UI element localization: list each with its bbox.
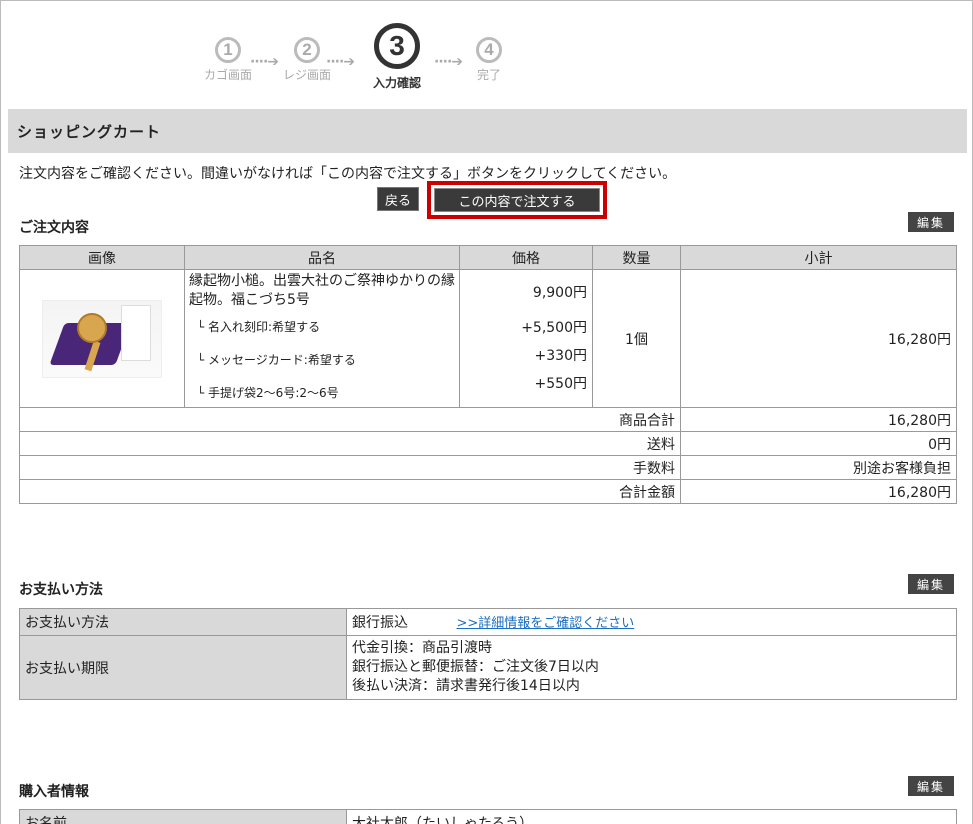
deadline-line: 後払い決済：請求書発行後14日以内 <box>352 678 580 694</box>
step-arrow: ····➔ <box>434 54 463 70</box>
page-frame: 1 カゴ画面 ····➔ 2 レジ画面 ····➔ 3 入力確認 ····➔ 4… <box>0 0 973 824</box>
option-item: └ 名入れ刻印:希望する <box>197 320 321 334</box>
payment-details-link[interactable]: >>詳細情報をご確認ください <box>456 616 634 631</box>
step-3-label: 入力確認 <box>372 76 421 90</box>
base-price: 9,900円 <box>532 285 587 301</box>
place-order-button[interactable]: この内容で注文する <box>434 188 600 212</box>
product-image-cell <box>19 269 185 408</box>
checkout-steps: 1 カゴ画面 ····➔ 2 レジ画面 ····➔ 3 入力確認 ····➔ 4… <box>204 23 526 97</box>
step-1: 1 カゴ画面 <box>204 23 252 83</box>
summary-value: 別途お客様負担 <box>680 455 957 480</box>
subtotal-cell: 16,280円 <box>680 269 957 408</box>
deadline-line: 代金引換：商品引渡時 <box>352 640 492 656</box>
payment-method-label: お支払い方法 <box>19 608 347 636</box>
order-section-title: ご注文内容 <box>19 220 89 236</box>
col-header-subtotal: 小計 <box>680 245 957 270</box>
quantity-cell: 1個 <box>592 269 681 408</box>
option-price: +550円 <box>534 376 587 392</box>
col-header-quantity: 数量 <box>592 245 681 270</box>
option-label: 名入れ刻印:希望する <box>208 320 321 334</box>
table-row: 縁起物小槌。出雲大社のご祭神ゆかりの縁起物。福こづち5号 └ 名入れ刻印:希望す… <box>19 269 957 408</box>
option-price: +330円 <box>534 348 587 364</box>
instruction-text: 注文内容をご確認ください。間違いがなければ「この内容で注文する」ボタンをクリック… <box>19 166 677 182</box>
option-item: └ 手提げ袋2〜6号:2〜6号 <box>197 386 339 400</box>
summary-value: 0円 <box>680 431 957 456</box>
purchaser-section-title: 購入者情報 <box>19 784 89 800</box>
summary-label: 商品合計 <box>19 407 681 432</box>
step-4-circle: 4 <box>476 37 502 63</box>
summary-row: 合計金額 16,280円 <box>19 479 957 504</box>
table-row: お支払い方法 銀行振込 >>詳細情報をご確認ください <box>19 608 957 636</box>
col-header-image: 画像 <box>19 245 185 270</box>
step-2-circle: 2 <box>294 37 320 63</box>
product-name-cell: 縁起物小槌。出雲大社のご祭神ゆかりの縁起物。福こづち5号 └ 名入れ刻印:希望す… <box>184 269 460 408</box>
summary-row: 手数料 別途お客様負担 <box>19 455 957 480</box>
payment-deadline-cell: 代金引換：商品引渡時 銀行振込と郵便振替：ご注文後7日以内 後払い決済：請求書発… <box>346 635 957 700</box>
summary-value: 16,280円 <box>680 479 957 504</box>
product-image <box>42 299 162 378</box>
option-price: +5,500円 <box>521 320 587 336</box>
edit-purchaser-button[interactable]: 編集 <box>908 776 954 796</box>
step-arrow: ····➔ <box>326 54 355 70</box>
option-label: メッセージカード:希望する <box>208 353 356 367</box>
table-row: お支払い期限 代金引換：商品引渡時 銀行振込と郵便振替：ご注文後7日以内 後払い… <box>19 635 957 700</box>
summary-label: 手数料 <box>19 455 681 480</box>
payment-method-value-cell: 銀行振込 >>詳細情報をご確認ください <box>346 608 957 636</box>
step-4-label: 完了 <box>476 68 501 82</box>
payment-table: お支払い方法 銀行振込 >>詳細情報をご確認ください お支払い期限 代金引換：商… <box>19 608 957 700</box>
product-name: 縁起物小槌。出雲大社のご祭神ゆかりの縁起物。福こづち5号 <box>189 273 455 308</box>
step-4: 4 完了 <box>474 23 504 83</box>
payment-section-title: お支払い方法 <box>19 582 103 598</box>
step-2: 2 レジ画面 <box>283 23 331 83</box>
purchaser-name-label: お名前 <box>19 809 347 824</box>
back-button[interactable]: 戻る <box>377 187 419 211</box>
payment-deadline-label: お支払い期限 <box>19 635 347 700</box>
option-label: 手提げ袋2〜6号:2〜6号 <box>208 386 339 400</box>
payment-method-value: 銀行振込 <box>352 615 408 631</box>
purchaser-name-value: 大社太郎（たいしゃたろう） <box>346 809 957 824</box>
summary-label: 送料 <box>19 431 681 456</box>
col-header-price: 価格 <box>459 245 593 270</box>
cart-header: ショッピングカート <box>8 109 967 153</box>
edit-payment-button[interactable]: 編集 <box>908 574 954 594</box>
price-cell: 9,900円 +5,500円 +330円 +550円 <box>459 269 593 408</box>
step-1-circle: 1 <box>215 37 241 63</box>
deadline-line: 銀行振込と郵便振替：ご注文後7日以内 <box>352 659 599 675</box>
summary-row: 送料 0円 <box>19 431 957 456</box>
order-button-highlight: この内容で注文する <box>427 181 607 219</box>
option-item: └ メッセージカード:希望する <box>197 353 356 367</box>
summary-row: 商品合計 16,280円 <box>19 407 957 432</box>
col-header-name: 品名 <box>184 245 460 270</box>
purchaser-table: お名前 大社太郎（たいしゃたろう） <box>19 809 957 824</box>
table-row: お名前 大社太郎（たいしゃたろう） <box>19 809 957 824</box>
summary-value: 16,280円 <box>680 407 957 432</box>
step-arrow: ····➔ <box>250 54 279 70</box>
summary-label: 合計金額 <box>19 479 681 504</box>
step-3-circle: 3 <box>374 23 420 69</box>
order-table: 画像 品名 価格 数量 小計 縁起物小槌。出雲大社のご祭神ゆかりの縁起物。福こづ… <box>19 245 957 504</box>
step-3-current: 3 入力確認 <box>372 23 422 91</box>
edit-order-button[interactable]: 編集 <box>908 212 954 232</box>
